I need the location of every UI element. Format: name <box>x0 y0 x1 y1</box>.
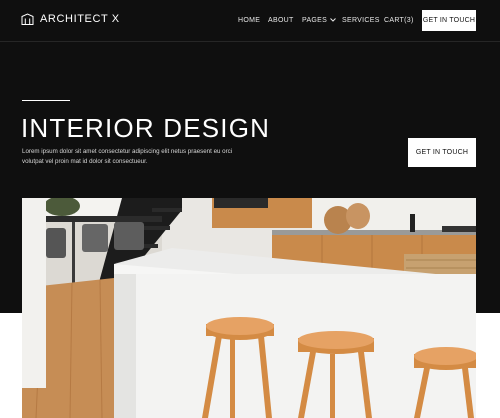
nav-pages-label: PAGES <box>302 17 328 24</box>
brand-logo[interactable]: ARCHITECT X <box>21 13 120 25</box>
header-get-in-touch-button[interactable]: GET IN TOUCH <box>422 10 476 31</box>
nav-services[interactable]: SERVICES <box>342 17 380 24</box>
nav-home[interactable]: HOME <box>238 17 260 24</box>
site-header: ARCHITECT X HOME ABOUT PAGES SERVICES CA… <box>0 0 500 42</box>
nav-about-label: ABOUT <box>268 17 294 24</box>
nav-cart[interactable]: CART(3) <box>384 17 414 24</box>
nav-pages[interactable]: PAGES <box>302 17 336 24</box>
nav-home-label: HOME <box>238 17 261 24</box>
nav-about[interactable]: ABOUT <box>268 17 294 24</box>
hero-kitchen-image <box>22 198 476 418</box>
chevron-down-icon <box>330 17 336 24</box>
hero-divider <box>22 100 70 101</box>
building-outline-icon <box>21 13 34 25</box>
nav-services-label: SERVICES <box>342 17 380 24</box>
hero-description: Lorem ipsum dolor sit amet consectetur a… <box>22 148 233 165</box>
nav-cart-label: CART(3) <box>384 17 414 24</box>
hero-title: INTERIOR DESIGN <box>21 113 271 143</box>
brand-name: ARCHITECT X <box>40 13 120 25</box>
hero-get-in-touch-button[interactable]: GET IN TOUCH <box>408 138 476 167</box>
